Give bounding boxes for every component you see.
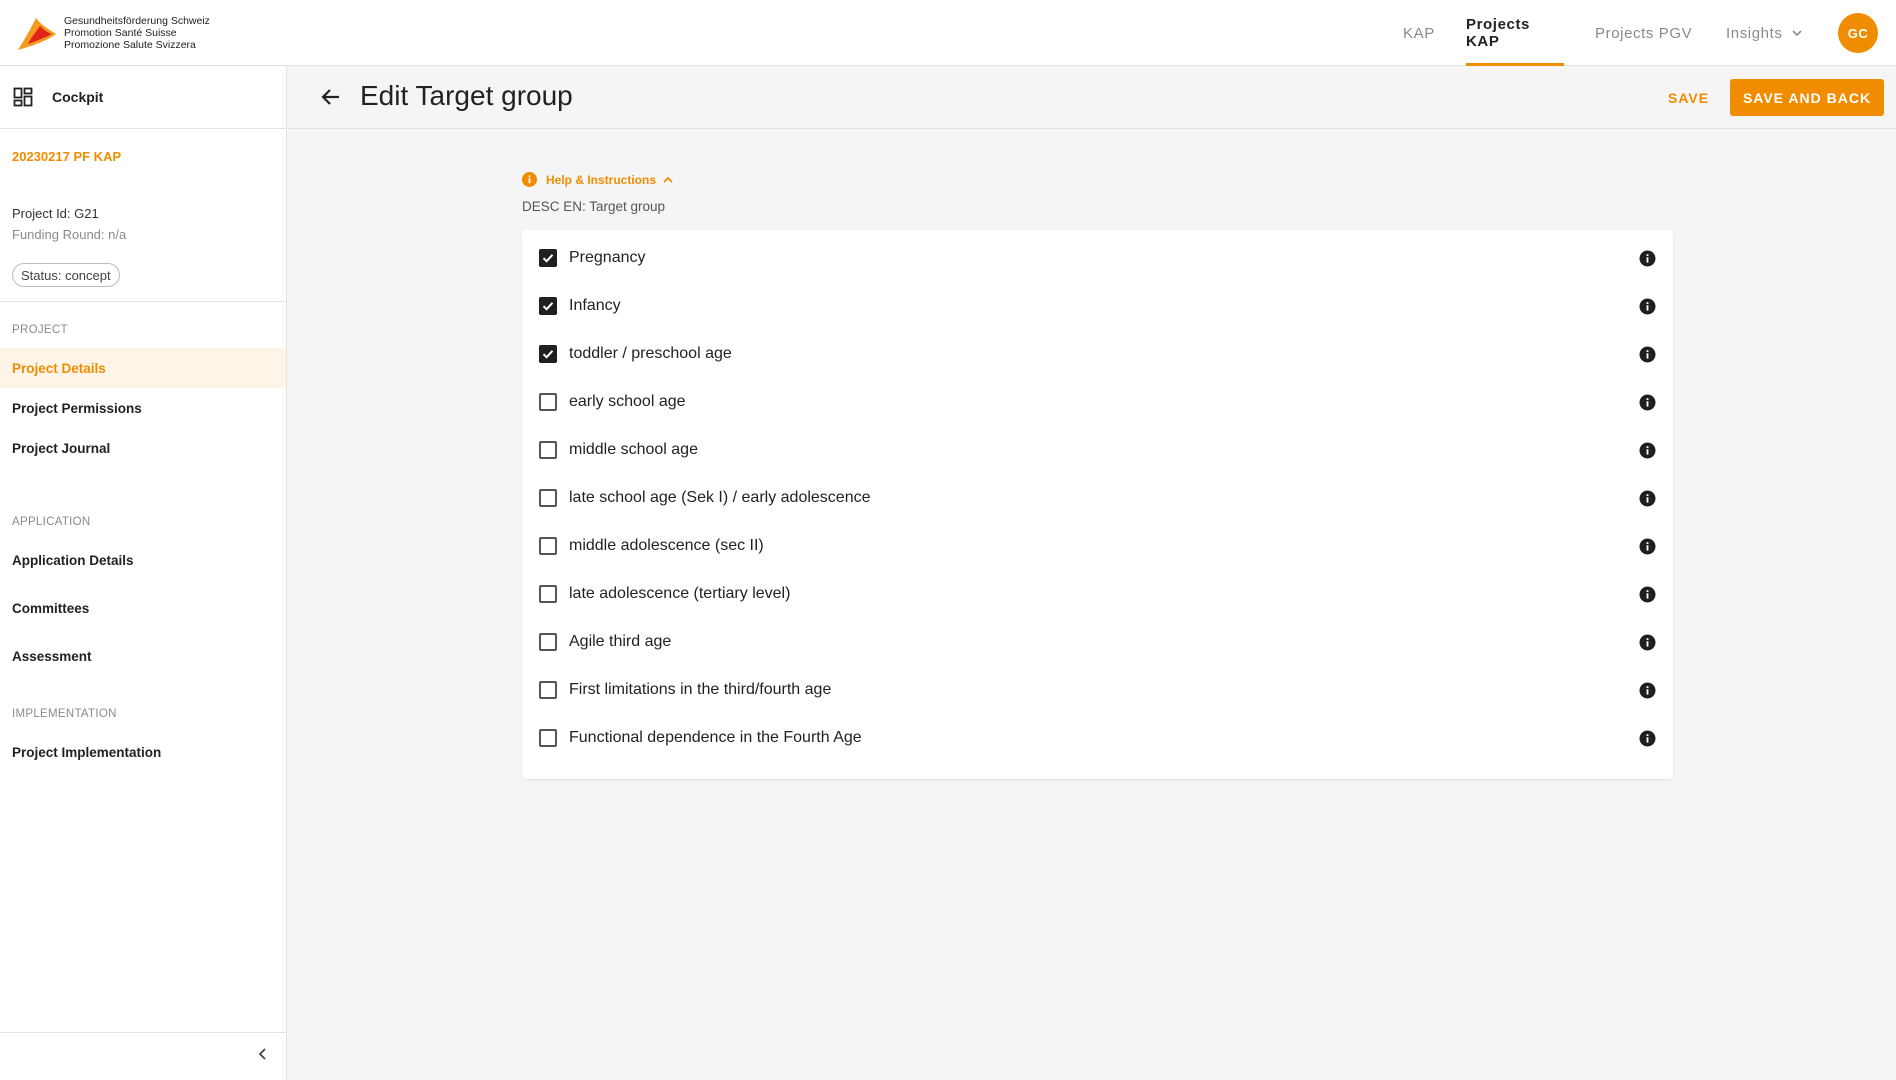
chevron-up-icon <box>663 176 673 183</box>
target-group-label[interactable]: middle school age <box>569 441 698 459</box>
top-bar: Gesundheitsförderung Schweiz Promotion Sa… <box>0 0 1896 66</box>
info-icon[interactable] <box>1639 538 1656 555</box>
target-group-row: middle adolescence (sec II) <box>522 522 1673 570</box>
info-icon[interactable] <box>1639 394 1656 411</box>
section-project: PROJECT <box>12 324 68 336</box>
target-group-label[interactable]: middle adolescence (sec II) <box>569 537 764 555</box>
collapse-sidebar-icon[interactable] <box>254 1045 272 1063</box>
nav-kap[interactable]: KAP <box>1403 0 1435 66</box>
sidebar-item-application-details[interactable]: Application Details <box>0 540 286 580</box>
target-group-checkbox[interactable] <box>539 729 557 747</box>
help-label: Help & Instructions <box>546 172 657 187</box>
logo-text: Gesundheitsförderung Schweiz Promotion Sa… <box>64 15 210 51</box>
info-icon[interactable] <box>1639 490 1656 507</box>
check-icon <box>542 302 554 311</box>
info-icon <box>522 172 537 187</box>
target-group-label[interactable]: late school age (Sek I) / early adolesce… <box>569 489 871 507</box>
target-group-card: Pregnancy Infancy toddler / preschool age e… <box>522 230 1673 779</box>
nav-insights[interactable]: Insights <box>1726 0 1802 66</box>
sidebar-item-project-permissions[interactable]: Project Permissions <box>0 388 286 428</box>
target-group-label[interactable]: Infancy <box>569 297 621 315</box>
info-icon[interactable] <box>1639 298 1656 315</box>
nav-projects-pgv[interactable]: Projects PGV <box>1595 0 1692 66</box>
target-group-row: First limitations in the third/fourth ag… <box>522 666 1673 714</box>
sidebar-divider <box>0 301 287 302</box>
info-icon[interactable] <box>1639 730 1656 747</box>
section-application: APPLICATION <box>12 516 91 528</box>
project-id: Project Id: G21 <box>12 206 99 221</box>
status-badge: Status: concept <box>12 263 120 287</box>
sidebar-item-committees[interactable]: Committees <box>0 588 286 628</box>
info-icon[interactable] <box>1639 442 1656 459</box>
target-group-row: Pregnancy <box>522 234 1673 282</box>
funding-round: Funding Round: n/a <box>12 227 127 242</box>
avatar[interactable]: GC <box>1838 13 1878 53</box>
dashboard-icon <box>13 87 33 107</box>
target-group-label[interactable]: late adolescence (tertiary level) <box>569 585 790 603</box>
target-group-row: late school age (Sek I) / early adolesce… <box>522 474 1673 522</box>
target-group-row: toddler / preschool age <box>522 330 1673 378</box>
sidebar-bottom-divider <box>0 1032 287 1033</box>
page-header: Edit Target group SAVE SAVE AND BACK <box>288 66 1896 129</box>
field-description: DESC EN: Target group <box>522 199 666 214</box>
sidebar-item-project-details[interactable]: Project Details <box>0 348 286 388</box>
target-group-label[interactable]: Pregnancy <box>569 249 646 267</box>
info-icon[interactable] <box>1639 586 1656 603</box>
sidebar-item-assessment[interactable]: Assessment <box>0 636 286 676</box>
target-group-row: late adolescence (tertiary level) <box>522 570 1673 618</box>
check-icon <box>542 254 554 263</box>
check-icon <box>542 350 554 359</box>
info-icon[interactable] <box>1639 250 1656 267</box>
cockpit-link[interactable]: Cockpit <box>0 66 287 129</box>
sidebar-item-project-implementation[interactable]: Project Implementation <box>0 732 286 772</box>
help-instructions-toggle[interactable]: Help & Instructions <box>522 172 674 187</box>
target-group-checkbox[interactable] <box>539 537 557 555</box>
chevron-down-icon <box>1791 30 1802 37</box>
sidebar-item-project-journal[interactable]: Project Journal <box>0 428 286 468</box>
target-group-label[interactable]: Agile third age <box>569 633 671 651</box>
save-button[interactable]: SAVE <box>1656 80 1721 116</box>
logo-mark-icon <box>18 18 56 50</box>
cockpit-label: Cockpit <box>52 89 104 105</box>
target-group-checkbox[interactable] <box>539 297 557 315</box>
info-icon[interactable] <box>1639 346 1656 363</box>
target-group-label[interactable]: early school age <box>569 393 686 411</box>
logo[interactable]: Gesundheitsförderung Schweiz Promotion Sa… <box>14 12 224 56</box>
target-group-label[interactable]: First limitations in the third/fourth ag… <box>569 681 831 699</box>
sidebar: Cockpit 20230217 PF KAP Project Id: G21 … <box>0 66 287 1080</box>
target-group-checkbox[interactable] <box>539 633 557 651</box>
target-group-checkbox[interactable] <box>539 393 557 411</box>
project-name: 20230217 PF KAP <box>12 149 122 164</box>
target-group-row: Functional dependence in the Fourth Age <box>522 714 1673 762</box>
nav-projects-kap[interactable]: Projects KAP <box>1466 0 1564 66</box>
target-group-checkbox[interactable] <box>539 441 557 459</box>
target-group-checkbox[interactable] <box>539 489 557 507</box>
target-group-row: Infancy <box>522 282 1673 330</box>
target-group-row: Agile third age <box>522 618 1673 666</box>
target-group-row: early school age <box>522 378 1673 426</box>
back-arrow-icon[interactable] <box>318 84 344 110</box>
info-icon[interactable] <box>1639 634 1656 651</box>
target-group-label[interactable]: Functional dependence in the Fourth Age <box>569 729 862 747</box>
info-icon[interactable] <box>1639 682 1656 699</box>
target-group-checkbox[interactable] <box>539 681 557 699</box>
target-group-row: middle school age <box>522 426 1673 474</box>
section-implementation: IMPLEMENTATION <box>12 708 117 720</box>
target-group-label[interactable]: toddler / preschool age <box>569 345 732 363</box>
target-group-checkbox[interactable] <box>539 249 557 267</box>
save-and-back-button[interactable]: SAVE AND BACK <box>1730 79 1884 116</box>
target-group-checkbox[interactable] <box>539 345 557 363</box>
target-group-checkbox[interactable] <box>539 585 557 603</box>
page-title: Edit Target group <box>360 80 573 111</box>
